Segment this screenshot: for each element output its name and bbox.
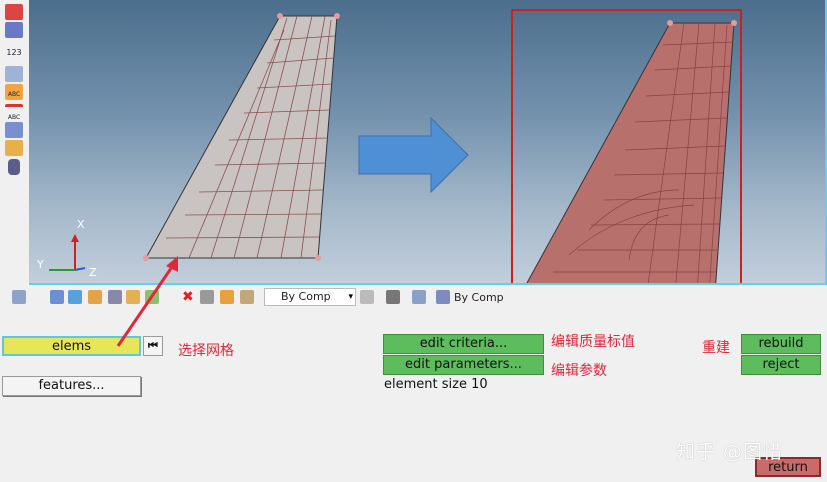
- annotation-arrow: [116, 263, 176, 347]
- annotation-arrow-overlay: [116, 256, 178, 347]
- annotation-arrowhead: [166, 256, 178, 272]
